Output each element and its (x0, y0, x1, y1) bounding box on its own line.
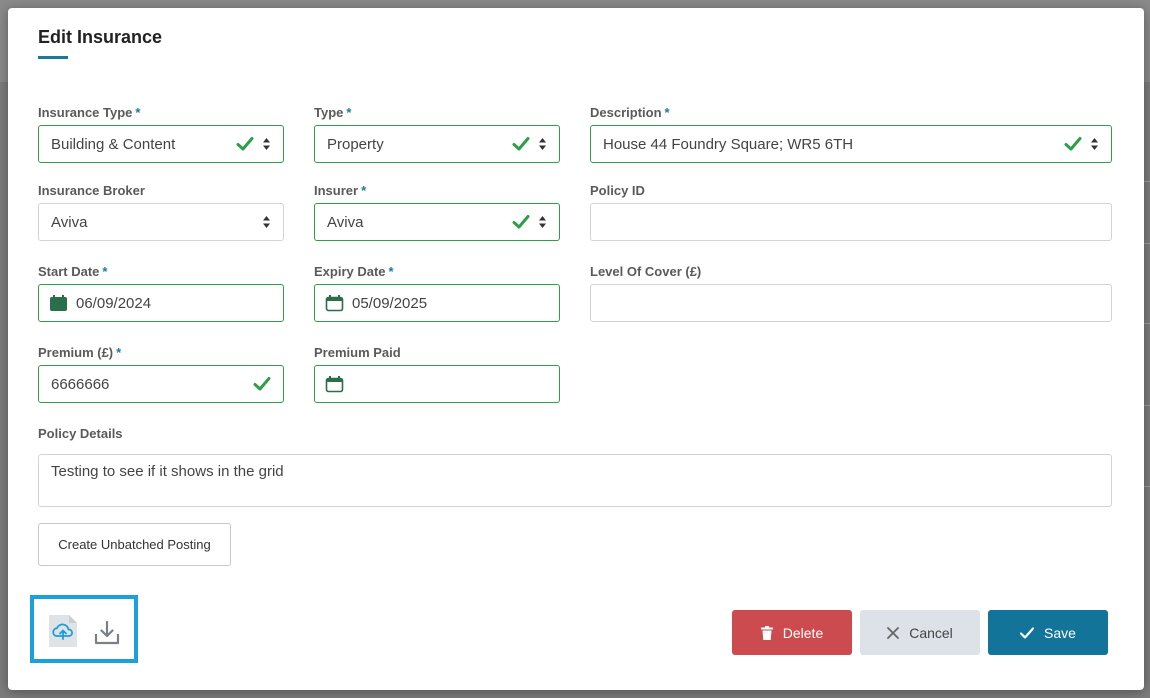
description-value: House 44 Foundry Square; WR5 6TH (603, 135, 854, 153)
create-unbatched-posting-button[interactable]: Create Unbatched Posting (38, 523, 231, 566)
premium-paid-input[interactable] (314, 365, 560, 403)
save-button[interactable]: Save (988, 610, 1108, 655)
sort-arrows-icon (539, 138, 546, 150)
insurer-value: Aviva (327, 213, 364, 231)
policy-id-label: Policy ID (590, 183, 645, 198)
expiry-date-value: 05/09/2025 (352, 294, 428, 312)
type-select[interactable]: Property (314, 125, 560, 163)
insurance-type-value: Building & Content (51, 135, 176, 153)
type-label: Type * (314, 105, 352, 120)
title-underline (38, 56, 68, 59)
insurance-broker-label: Insurance Broker (38, 183, 145, 198)
expiry-date-input[interactable]: 05/09/2025 (314, 284, 560, 322)
description-label: Description * (590, 105, 670, 120)
insurer-label: Insurer * (314, 183, 367, 198)
policy-id-input[interactable] (590, 203, 1112, 241)
start-date-value: 06/09/2024 (76, 294, 152, 312)
trash-icon (760, 625, 773, 640)
insurance-broker-select[interactable]: Aviva (38, 203, 284, 241)
file-actions-toolbar (30, 595, 138, 663)
premium-input[interactable]: 6666666 (38, 365, 284, 403)
check-icon (1064, 137, 1082, 151)
close-icon (887, 626, 900, 639)
description-select[interactable]: House 44 Foundry Square; WR5 6TH (590, 125, 1112, 163)
delete-button[interactable]: Delete (732, 610, 852, 655)
check-icon (512, 137, 530, 151)
level-of-cover-label: Level Of Cover (£) (590, 264, 702, 279)
premium-label: Premium (£) * (38, 345, 122, 360)
calendar-icon[interactable] (325, 294, 344, 312)
type-value: Property (327, 135, 384, 153)
sort-arrows-icon (263, 216, 270, 228)
modal-title: Edit Insurance (38, 27, 163, 47)
save-button-label: Save (1044, 624, 1076, 641)
policy-details-label: Policy Details (38, 426, 123, 441)
calendar-icon[interactable] (325, 375, 344, 393)
download-icon[interactable] (94, 621, 120, 645)
policy-details-textarea[interactable]: Testing to see if it shows in the grid (38, 454, 1112, 507)
sort-arrows-icon (539, 216, 546, 228)
sort-arrows-icon (263, 138, 270, 150)
start-date-input[interactable]: 06/09/2024 (38, 284, 284, 322)
insurance-type-select[interactable]: Building & Content (38, 125, 284, 163)
check-icon (512, 215, 530, 229)
edit-insurance-modal: Edit Insurance Insurance Type * Building … (8, 8, 1144, 690)
check-icon (253, 377, 271, 391)
cancel-button-label: Cancel (909, 624, 953, 641)
check-icon (1020, 626, 1035, 639)
cancel-button[interactable]: Cancel (860, 610, 980, 655)
premium-value: 6666666 (51, 375, 110, 393)
insurance-broker-value: Aviva (51, 213, 88, 231)
expiry-date-label: Expiry Date * (314, 264, 394, 279)
calendar-icon[interactable] (49, 294, 68, 312)
insurance-type-label: Insurance Type * (38, 105, 141, 120)
level-of-cover-input[interactable] (590, 284, 1112, 322)
check-icon (236, 137, 254, 151)
sort-arrows-icon (1091, 138, 1098, 150)
premium-paid-label: Premium Paid (314, 345, 401, 360)
cloud-upload-file-icon[interactable] (48, 614, 78, 648)
insurer-select[interactable]: Aviva (314, 203, 560, 241)
start-date-label: Start Date * (38, 264, 108, 279)
delete-button-label: Delete (782, 624, 824, 641)
